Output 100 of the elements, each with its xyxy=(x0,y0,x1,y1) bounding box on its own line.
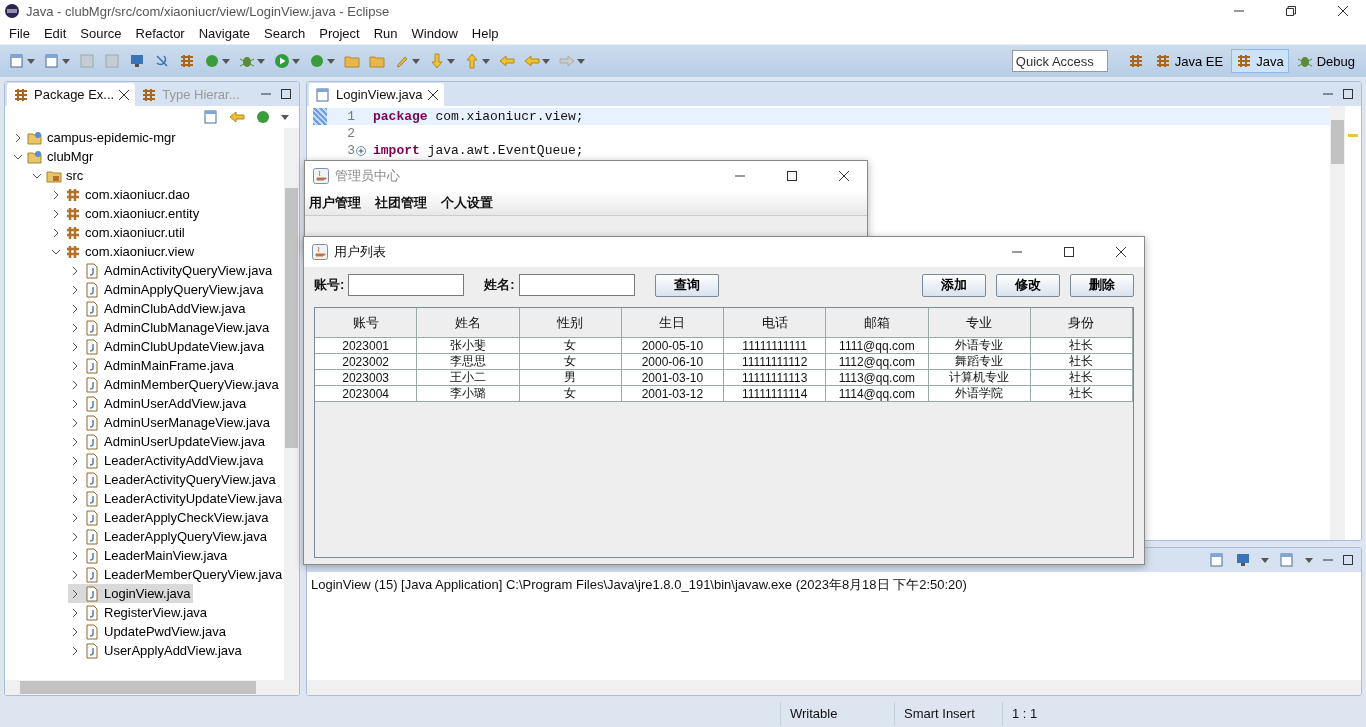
tree-item[interactable]: campus-epidemic-mgr xyxy=(11,128,178,147)
column-header[interactable]: 身份 xyxy=(1030,308,1133,338)
input-field[interactable] xyxy=(518,274,635,296)
column-header[interactable]: 专业 xyxy=(928,308,1031,338)
vertical-scrollbar[interactable] xyxy=(284,128,299,680)
menu-item[interactable]: Edit xyxy=(36,25,74,41)
file-icon xyxy=(84,319,100,336)
caret-icon xyxy=(412,58,420,64)
monitor-icon xyxy=(1235,552,1251,568)
tree-item[interactable]: RegisterView.java xyxy=(68,603,210,622)
file-icon xyxy=(84,281,100,298)
tree-item[interactable]: LeaderActivityUpdateView.java xyxy=(68,489,284,508)
file-icon xyxy=(84,471,100,488)
maximize-icon xyxy=(1343,89,1353,99)
tree-item[interactable]: com.xiaoniucr.entity xyxy=(49,204,202,223)
tree-item[interactable]: LoginView.java xyxy=(68,584,193,603)
perspective-button[interactable]: Debug xyxy=(1291,49,1360,73)
view-tab[interactable]: Package Ex... xyxy=(7,83,136,106)
action-button[interactable]: 修改 xyxy=(996,273,1060,297)
maximize-icon xyxy=(281,89,291,99)
editor-tab[interactable]: LoginView.java xyxy=(309,83,444,106)
column-header[interactable]: 性别 xyxy=(519,308,622,338)
tree-item[interactable]: AdminUserAddView.java xyxy=(68,394,249,413)
column-header[interactable]: 邮箱 xyxy=(826,308,929,338)
table-cell: 社长 xyxy=(1030,338,1133,354)
table-cell: 1114@qq.com xyxy=(826,386,929,402)
tree-item[interactable]: UpdatePwdView.java xyxy=(68,622,228,641)
tree-item[interactable]: AdminUserManageView.java xyxy=(68,413,272,432)
table-cell: 1113@qq.com xyxy=(826,370,929,386)
table-cell: 1112@qq.com xyxy=(826,354,929,370)
horizontal-scrollbar[interactable] xyxy=(5,680,299,695)
tree-item[interactable]: AdminUserUpdateView.java xyxy=(68,432,267,451)
tree-item[interactable]: LeaderActivityQueryView.java xyxy=(68,470,278,489)
column-header[interactable]: 账号 xyxy=(315,308,418,338)
table-cell: 外语学院 xyxy=(928,386,1031,402)
maximize-icon xyxy=(1343,555,1353,565)
perspective-button[interactable]: Java xyxy=(1231,49,1289,73)
tree-item[interactable]: clubMgr xyxy=(11,147,96,166)
tree-item[interactable]: LeaderActivityAddView.java xyxy=(68,451,266,470)
tree-item[interactable]: AdminMemberQueryView.java xyxy=(68,375,281,394)
pin-icon xyxy=(154,53,170,69)
menu-item[interactable]: Help xyxy=(464,25,506,41)
tree-item[interactable]: com.xiaoniucr.view xyxy=(49,242,197,261)
horizontal-scrollbar[interactable] xyxy=(307,680,1361,695)
close-icon xyxy=(1338,6,1348,16)
perspective-button[interactable]: Java EE xyxy=(1149,49,1229,73)
menu-item[interactable]: 个人设置 xyxy=(441,194,493,212)
menu-item[interactable]: File xyxy=(2,25,37,41)
menu-item[interactable]: Window xyxy=(404,25,465,41)
column-header[interactable]: 生日 xyxy=(621,308,724,338)
tree-item[interactable]: AdminApplyQueryView.java xyxy=(68,280,266,299)
expand-fold-icon xyxy=(356,145,366,156)
query-button[interactable]: 查询 xyxy=(654,273,719,297)
chevron-right-icon xyxy=(70,360,80,371)
input-field[interactable] xyxy=(348,274,465,296)
vertical-scrollbar[interactable] xyxy=(1330,106,1345,540)
tree-item[interactable]: UserApplyAddView.java xyxy=(68,641,244,660)
package-icon xyxy=(65,224,81,241)
file-icon xyxy=(84,357,100,374)
column-header[interactable]: 电话 xyxy=(724,308,827,338)
menu-item[interactable]: Refactor xyxy=(128,25,192,41)
tree-item[interactable]: AdminClubAddView.java xyxy=(68,299,248,318)
tree-item[interactable]: LeaderMainView.java xyxy=(68,546,230,565)
quick-access-field[interactable]: Quick Access xyxy=(1011,50,1108,72)
field-label: 姓名: xyxy=(484,276,515,294)
chevron-right-icon xyxy=(70,322,80,333)
tree-item[interactable]: AdminClubUpdateView.java xyxy=(68,337,267,356)
tree-item[interactable]: LeaderApplyQueryView.java xyxy=(68,527,270,546)
grid-icon xyxy=(179,53,195,69)
menu-item[interactable]: Source xyxy=(73,25,129,41)
tree-item[interactable]: src xyxy=(30,166,86,185)
restore-icon xyxy=(1286,6,1296,16)
action-button[interactable]: 添加 xyxy=(922,273,986,297)
tree-item[interactable]: AdminActivityQueryView.java xyxy=(68,261,275,280)
tree-item[interactable]: com.xiaoniucr.util xyxy=(49,223,187,242)
table-cell: 11111111113 xyxy=(724,370,827,386)
tree-item[interactable]: AdminClubManageView.java xyxy=(68,318,272,337)
chevron-right-icon xyxy=(70,455,80,466)
menu-item[interactable]: Navigate xyxy=(191,25,257,41)
console-output: LoginView (15) [Java Application] C:\Program Files\Java\jre1.8.0_191\bin\javaw.exe (2023年8月18日 下午2:50:20) xyxy=(310,576,968,594)
menu-item[interactable]: Search xyxy=(257,25,313,41)
caret-icon xyxy=(257,58,265,64)
arrow-left-icon xyxy=(499,53,515,69)
chevron-right-icon xyxy=(70,284,80,295)
chevron-right-icon xyxy=(51,227,61,238)
menu-item[interactable]: Run xyxy=(366,25,405,41)
menu-item[interactable]: Project xyxy=(312,25,367,41)
arrow-down-icon xyxy=(429,53,445,69)
table-cell: 11111111112 xyxy=(724,354,827,370)
chevron-right-icon xyxy=(70,474,80,485)
column-header[interactable]: 姓名 xyxy=(417,308,520,338)
menu-item[interactable]: 用户管理 xyxy=(309,194,361,212)
menu-item[interactable]: 社团管理 xyxy=(375,194,427,212)
tree-item[interactable]: LeaderApplyCheckView.java xyxy=(68,508,271,527)
line-number: 3 xyxy=(346,143,355,158)
caret-icon xyxy=(542,58,550,64)
tree-item[interactable]: LeaderMemberQueryView.java xyxy=(68,565,284,584)
tree-item[interactable]: AdminMainFrame.java xyxy=(68,356,237,375)
action-button[interactable]: 删除 xyxy=(1070,273,1134,297)
tree-item[interactable]: com.xiaoniucr.dao xyxy=(49,185,192,204)
